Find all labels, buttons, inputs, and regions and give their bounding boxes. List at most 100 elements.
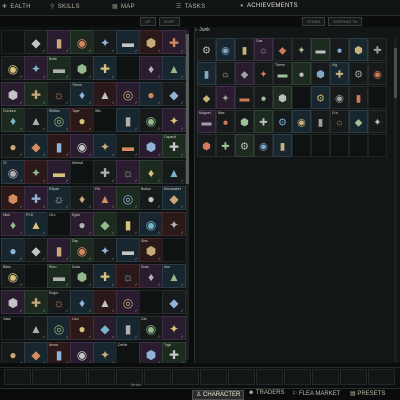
- stash-button[interactable]: STASH: [302, 17, 326, 26]
- stash-item-slot[interactable]: [116, 56, 140, 80]
- junk-item-slot[interactable]: ◆: [349, 110, 368, 133]
- stash-item-slot[interactable]: ◎ ✓: [116, 186, 140, 210]
- junk-item-slot[interactable]: ⬢: [273, 86, 292, 109]
- stash-item-slot[interactable]: ☼ ✓ Engrn: [47, 290, 71, 314]
- quick-slot[interactable]: [256, 369, 283, 385]
- tab-achievements[interactable]: ● ACHIEVEMENTS: [240, 3, 298, 9]
- stash-item-slot[interactable]: ♦ ✓: [139, 160, 163, 184]
- junk-item-slot[interactable]: ✚: [216, 134, 235, 157]
- junk-item-slot[interactable]: ⚙: [349, 62, 368, 85]
- stash-item-slot[interactable]: ⬢ ✓: [139, 134, 163, 158]
- junk-item-slot[interactable]: ⬢: [197, 134, 216, 157]
- quick-slot[interactable]: [60, 369, 87, 385]
- junk-item-slot[interactable]: [330, 134, 349, 157]
- stash-item-slot[interactable]: ☼ ✓: [116, 264, 140, 288]
- stash-item-slot[interactable]: ▮ ✓: [116, 212, 140, 236]
- stash-item-slot[interactable]: ✦ ✓: [24, 160, 48, 184]
- stash-item-slot[interactable]: ● ✓: [1, 238, 25, 262]
- bottom-tab-presets[interactable]: ▤ PRESETS: [350, 390, 385, 400]
- stash-item-slot[interactable]: Ciro: [47, 212, 71, 236]
- stash-item-slot[interactable]: ☼ ✓: [47, 82, 71, 106]
- quick-slot[interactable]: [368, 369, 395, 385]
- junk-item-slot[interactable]: [292, 86, 311, 109]
- junk-item-slot[interactable]: ⚙: [311, 86, 330, 109]
- stash-item-slot[interactable]: ⬢ ✓: [70, 56, 94, 80]
- stash-item-slot[interactable]: ◎ ✓: [116, 290, 140, 314]
- junk-item-slot[interactable]: ☼ Gas: [254, 38, 273, 61]
- junk-item-slot[interactable]: ◆: [273, 38, 292, 61]
- stash-item-slot[interactable]: ⬢ ✓: [139, 342, 163, 363]
- stash-item-slot[interactable]: ◆ ✓: [162, 82, 186, 106]
- bottom-tab-traders[interactable]: ☻ TRADERS: [248, 390, 285, 400]
- tab-map[interactable]: ▦ MAP: [112, 3, 135, 10]
- stash-item-slot[interactable]: ✚ ✓: [93, 160, 117, 184]
- stash-item-slot[interactable]: ✦ ✓: [93, 30, 117, 54]
- stash-item-slot[interactable]: ▮ ✓: [47, 238, 71, 262]
- stash-item-slot[interactable]: ▲ ✓ PC8: [24, 212, 48, 236]
- stash-item-slot[interactable]: ⬢ ✓: [1, 186, 25, 210]
- stash-item-slot[interactable]: ▮ ✓ Armor: [47, 342, 71, 363]
- tab-skills[interactable]: ⚲ SKILLS: [50, 3, 80, 10]
- junk-item-slot[interactable]: ◉: [254, 134, 273, 157]
- tab-health[interactable]: ✚ EALTH: [2, 3, 31, 10]
- stash-item-slot[interactable]: ◎ ✓: [47, 316, 71, 340]
- stash-item-slot[interactable]: Dzrbb: [116, 342, 140, 363]
- junk-item-slot[interactable]: ◆: [235, 62, 254, 85]
- junk-item-slot[interactable]: [311, 134, 330, 157]
- stash-item-slot[interactable]: ✦ ✓: [162, 316, 186, 340]
- stash-scroll-thumb[interactable]: [186, 34, 189, 184]
- quick-slot[interactable]: [172, 369, 199, 385]
- stash-item-slot[interactable]: ◆ ✓: [93, 212, 117, 236]
- stash-item-slot[interactable]: ▲ ✓: [93, 290, 117, 314]
- stash-item-slot[interactable]: ● ✓: [139, 82, 163, 106]
- junk-item-slot[interactable]: ▬: [235, 86, 254, 109]
- quick-slot[interactable]: [228, 369, 255, 385]
- stash-item-slot[interactable]: ◆ ✓: [162, 290, 186, 314]
- stash-item-slot[interactable]: ▲ ✓ Iron: [162, 264, 186, 288]
- junk-item-slot[interactable]: ⚙: [273, 110, 292, 133]
- stash-item-slot[interactable]: ◆ ✓ Kenstraker: [162, 186, 186, 210]
- stash-item-slot[interactable]: [24, 264, 48, 288]
- stash-item-slot[interactable]: ⬢ ✓: [1, 290, 25, 314]
- stash-item-slot[interactable]: ♦ ✓: [139, 56, 163, 80]
- stash-item-slot[interactable]: Vase: [1, 316, 25, 340]
- stash-item-slot[interactable]: ✚ ✓: [162, 30, 186, 54]
- stash-item-slot[interactable]: ● ✓ Egrik: [70, 212, 94, 236]
- quick-slot[interactable]: [312, 369, 339, 385]
- stash-item-slot[interactable]: ◆ ✓: [93, 316, 117, 340]
- junk-item-slot[interactable]: ⚙: [197, 38, 216, 61]
- junk-item-slot[interactable]: ▮: [197, 62, 216, 85]
- stash-item-slot[interactable]: ✦ ✓: [93, 238, 117, 262]
- stash-item-slot[interactable]: ● ✓ Tape: [70, 108, 94, 132]
- stash-item-slot[interactable]: ◉ ✓: [70, 134, 94, 158]
- stash-item-slot[interactable]: ♦ ✓ Cordura: [1, 108, 25, 132]
- junk-item-slot[interactable]: ✦: [216, 86, 235, 109]
- stash-item-slot[interactable]: ⬢ ✓: [1, 82, 25, 106]
- stash-item-slot[interactable]: ☼ ✓: [116, 160, 140, 184]
- stash-item-slot[interactable]: ◆ ✓: [24, 238, 48, 262]
- stash-item-slot[interactable]: ● ✓ Lion: [70, 316, 94, 340]
- stash-item-slot[interactable]: ▬ ✓: [116, 134, 140, 158]
- stash-item-slot[interactable]: ✚ ✓ Capacit: [162, 134, 186, 158]
- junk-item-slot[interactable]: ◉: [292, 110, 311, 133]
- junk-item-slot[interactable]: ▬ Therm: [273, 62, 292, 85]
- stash-item-slot[interactable]: ♦ ✓: [70, 290, 94, 314]
- stash-item-slot[interactable]: ✚ ✓: [24, 290, 48, 314]
- left-toolbar-b[interactable]: SORT: [158, 17, 180, 26]
- stash-item-slot[interactable]: ◉ ✓: [1, 56, 25, 80]
- junk-item-slot[interactable]: ●: [254, 86, 273, 109]
- quick-slot[interactable]: [144, 369, 171, 385]
- quick-slot[interactable]: [200, 369, 227, 385]
- tab-tasks[interactable]: ☰ TASKS: [176, 3, 205, 10]
- junk-scroll-thumb[interactable]: [394, 48, 397, 98]
- stash-item-slot[interactable]: ✦ ✓: [93, 342, 117, 363]
- junk-item-slot[interactable]: ▮: [349, 86, 368, 109]
- stash-item-slot[interactable]: ● ✓: [1, 342, 25, 363]
- stash-item-slot[interactable]: ▲ ✓: [24, 108, 48, 132]
- stash-item-slot[interactable]: ✦ ✓: [93, 134, 117, 158]
- stash-item-slot[interactable]: ◉ ✓ Cat: [139, 316, 163, 340]
- stash-item-slot[interactable]: [139, 290, 163, 314]
- stash-scrollbar[interactable]: [186, 30, 189, 360]
- junk-item-slot[interactable]: ◉: [216, 38, 235, 61]
- stash-item-slot[interactable]: ◎ ✓ ReBan: [47, 108, 71, 132]
